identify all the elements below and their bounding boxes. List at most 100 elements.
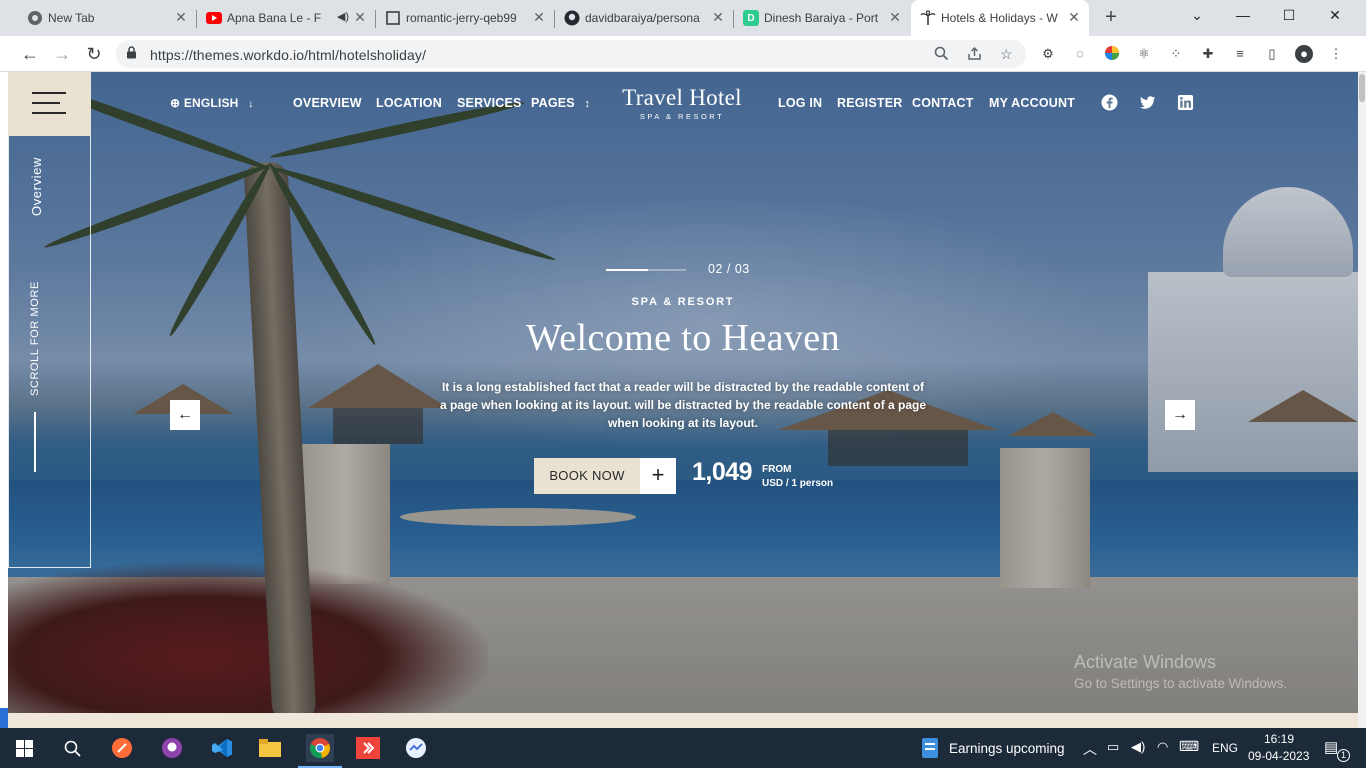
tab-youtube[interactable]: Apna Bana Le - F ◀) ✕ [197,0,375,36]
prev-slide-button[interactable]: ← [170,400,200,430]
speaker-icon[interactable]: ◀) [337,10,349,23]
square-icon [385,10,401,26]
close-tab-icon[interactable]: ✕ [887,9,903,25]
tab-title: New Tab [48,11,95,25]
tab-hotels-holidays[interactable]: Hotels & Holidays - W ✕ [911,0,1089,36]
nav-services[interactable]: SERVICES [457,96,522,110]
clock-date[interactable]: 09-04-2023 [1248,749,1309,763]
more-vertical-icon[interactable]: ⋮ [1327,45,1345,63]
web-page: Overview SCROLL FOR MORE ⊕ ENGLISH ↓ OVE… [0,72,1366,728]
nav-register[interactable]: REGISTER [837,96,903,110]
tab-search-icon[interactable]: ⌄ [1174,0,1220,30]
language-indicator[interactable]: ENG [1212,741,1238,755]
windows-start-icon[interactable] [10,734,38,762]
notification-count-badge: 1 [1337,749,1350,762]
postman-icon[interactable] [108,734,136,762]
forward-arrow-icon[interactable]: → [50,42,74,66]
nav-my-account[interactable]: MY ACCOUNT [989,96,1075,110]
brand-tagline: SPA & RESORT [639,112,725,121]
react-devtools-icon[interactable]: ⚛ [1135,45,1153,63]
profile-avatar[interactable]: ● [1295,45,1313,63]
close-tab-icon[interactable]: ✕ [1066,9,1082,25]
color-picker-icon[interactable] [1103,45,1121,63]
nav-pages-label: PAGES [531,96,575,110]
site-logo[interactable]: Travel Hotel SPA & RESORT [612,85,752,121]
palm-icon [920,10,936,26]
address-bar[interactable]: https://themes.workdo.io/html/hotelsholi… [116,40,1026,68]
nav-log-in[interactable]: LOG IN [778,96,822,110]
messenger-app-icon[interactable] [402,734,430,762]
back-arrow-icon[interactable]: ← [18,42,42,66]
scrollbar-thumb[interactable] [1359,74,1365,102]
anydesk-icon[interactable] [354,734,382,762]
file-explorer-icon[interactable] [256,734,284,762]
browser-tab-strip: New Tab ✕ Apna Bana Le - F ◀) ✕ romantic… [0,0,1366,36]
keyboard-icon[interactable]: ⌨ [1179,738,1199,755]
close-tab-icon[interactable]: ✕ [710,9,726,25]
reload-icon[interactable]: ↻ [82,42,106,66]
activate-windows-subtitle: Go to Settings to activate Windows. [1074,676,1288,691]
clock-time[interactable]: 16:19 [1264,732,1294,746]
notification-icon[interactable]: ▤ [1324,738,1338,756]
nav-contact[interactable]: CONTACT [912,96,974,110]
side-panel-icon[interactable]: ▯ [1263,45,1281,63]
media-control-icon[interactable]: ≡ [1231,45,1249,63]
windows-taskbar: Earnings upcoming ︿ ▭ ◀) ◠ ⌨ ENG 16:19 0… [0,728,1366,768]
settings-extension-icon[interactable]: ⚙ [1039,45,1057,63]
tab-portfolio[interactable]: D Dinesh Baraiya - Port ✕ [734,0,910,36]
gutter-accent [0,708,8,728]
close-window-button[interactable]: ✕ [1312,0,1358,30]
lock-icon[interactable] [126,46,137,62]
language-selector[interactable]: ⊕ ENGLISH ↓ [170,96,254,110]
search-icon[interactable] [58,734,86,762]
scroll-for-more-label: SCROLL FOR MORE [29,281,41,396]
page-scrollbar[interactable] [1358,72,1366,728]
minimize-button[interactable]: — [1220,0,1266,30]
puzzle-icon[interactable]: ✚ [1199,45,1217,63]
brand-name: Travel Hotel [622,85,742,110]
news-widget-text[interactable]: Earnings upcoming [949,741,1065,756]
nav-pages[interactable]: PAGES ↕ [531,96,590,110]
next-slide-button[interactable]: → [1165,400,1195,430]
volume-icon[interactable]: ◀) [1131,739,1145,755]
news-widget-icon[interactable] [916,734,944,762]
close-tab-icon[interactable]: ✕ [173,9,189,25]
nav-location[interactable]: LOCATION [376,96,442,110]
bookmark-star-icon[interactable]: ☆ [1000,46,1013,63]
slide-counter: 02 / 03 [708,262,750,276]
url-text[interactable]: https://themes.workdo.io/html/hotelsholi… [150,47,426,63]
close-tab-icon[interactable]: ✕ [531,9,547,25]
tab-github[interactable]: davidbaraiya/persona ✕ [555,0,733,36]
tab-romantic-jerry[interactable]: romantic-jerry-qeb99 ✕ [376,0,554,36]
tab-title: romantic-jerry-qeb99 [406,11,517,25]
left-gutter [0,72,8,728]
dots-extension-icon[interactable]: ⁘ [1167,45,1185,63]
new-tab-button[interactable]: + [1100,7,1122,29]
scroll-indicator-line [34,412,36,472]
tab-title: Hotels & Holidays - W [941,11,1058,25]
zoom-icon[interactable] [934,46,949,64]
tab-new-tab[interactable]: New Tab ✕ [18,0,196,36]
hamburger-menu-button[interactable] [8,72,91,136]
side-overview-link[interactable]: Overview [29,157,44,216]
wifi-icon[interactable]: ◠ [1157,739,1168,755]
vscode-icon[interactable] [208,734,236,762]
github-desktop-icon[interactable] [158,734,186,762]
twitter-icon[interactable] [1139,94,1157,112]
chrome-taskbar-icon[interactable] [306,734,334,762]
close-tab-icon[interactable]: ✕ [352,9,368,25]
chevron-up-icon[interactable]: ︿ [1083,739,1097,759]
hero-description: It is a long established fact that a rea… [439,380,927,430]
price-unit-label: USD / 1 person [762,478,834,489]
linkedin-icon[interactable] [1177,94,1195,112]
code-extension-icon[interactable]: ◌ [1071,45,1089,63]
hero-title: Welcome to Heaven [526,317,840,359]
share-icon[interactable] [967,46,982,64]
plus-button[interactable]: + [640,458,676,494]
maximize-button[interactable]: ☐ [1266,0,1312,30]
nav-overview[interactable]: OVERVIEW [293,96,362,110]
battery-icon[interactable]: ▭ [1107,739,1119,755]
d-logo-icon: D [743,10,759,26]
facebook-icon[interactable] [1101,94,1119,112]
book-now-button[interactable]: BOOK NOW [534,458,640,494]
